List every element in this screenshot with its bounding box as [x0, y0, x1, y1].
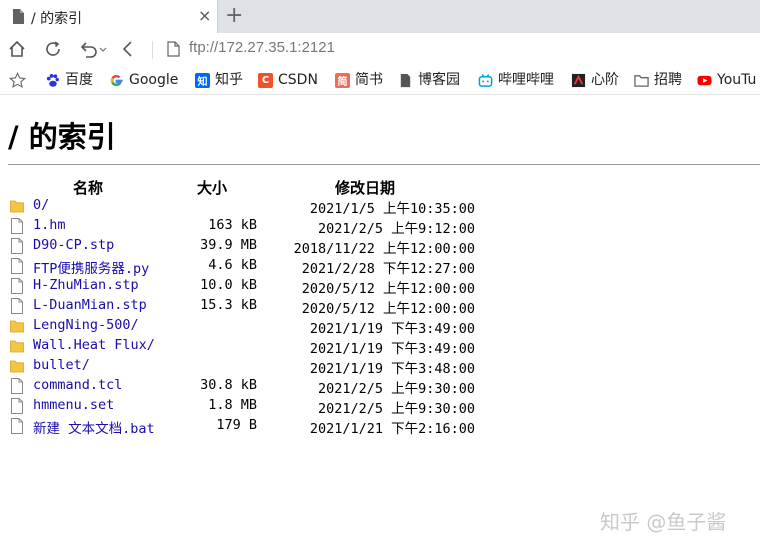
- folder-icon: [10, 340, 24, 353]
- folder-icon: [10, 320, 24, 333]
- file-link[interactable]: command.tcl: [33, 377, 122, 393]
- file-link[interactable]: D90-CP.stp: [33, 237, 114, 253]
- jianshu-icon: 简: [335, 72, 350, 88]
- folder-icon: [10, 360, 24, 373]
- file-icon: [11, 258, 23, 274]
- back-icon[interactable]: [117, 38, 139, 60]
- new-tab-button[interactable]: +: [225, 3, 243, 29]
- file-row: 0/2021/1/5 上午10:35:00: [0, 196, 760, 217]
- file-size: 30.8 kB: [200, 377, 257, 393]
- file-icon: [11, 418, 23, 434]
- title-divider: [8, 164, 760, 165]
- file-date: 2021/2/5 上午9:30:00: [317, 381, 475, 397]
- file-size: 39.9 MB: [200, 237, 257, 253]
- reload-icon[interactable]: [42, 38, 64, 60]
- page-icon: [13, 9, 24, 24]
- file-link[interactable]: bullet/: [33, 357, 90, 373]
- bookmark-xinjie[interactable]: 心阶: [571, 70, 619, 90]
- file-size: 1.8 MB: [208, 397, 257, 413]
- file-row: L-DuanMian.stp 15.3 kB 2020/5/12 上午12:00:0…: [0, 296, 760, 317]
- page-info-icon[interactable]: [167, 41, 180, 57]
- tab-strip: / 的索引 × +: [0, 0, 760, 33]
- bookmark-cnblogs[interactable]: 博客园: [398, 70, 460, 90]
- bookmark-google[interactable]: Google: [109, 70, 178, 90]
- address-toolbar: ftp://172.27.35.1:2121: [0, 33, 760, 65]
- file-icon: [11, 278, 23, 294]
- file-link[interactable]: 1.hm: [33, 217, 66, 233]
- file-row: LengNing-500/2021/1/19 下午3:49:00: [0, 316, 760, 337]
- file-icon: [11, 398, 23, 414]
- column-header-name[interactable]: 名称: [73, 177, 103, 198]
- page-title: / 的索引: [8, 120, 116, 154]
- youtube-icon: [697, 75, 712, 85]
- baidu-paw-icon: [46, 73, 59, 87]
- home-icon[interactable]: [6, 38, 28, 60]
- file-size: 15.3 kB: [200, 297, 257, 313]
- url-input[interactable]: ftp://172.27.35.1:2121: [189, 39, 335, 56]
- page-icon: [400, 73, 411, 87]
- file-size: 10.0 kB: [200, 277, 257, 293]
- column-header-size[interactable]: 大小: [197, 177, 227, 198]
- file-link[interactable]: FTP便携服务器.py: [33, 257, 149, 277]
- browser-tab[interactable]: / 的索引 ×: [0, 0, 218, 33]
- undo-history-icon[interactable]: [78, 38, 108, 60]
- file-icon: [11, 378, 23, 394]
- bookmarks-bar: 百度 Google 知 知乎 C CSDN 简 简书 博客园 哔哩哔哩 心阶 招…: [0, 65, 760, 95]
- file-date: 2020/5/12 上午12:00:00: [301, 301, 475, 317]
- bookmark-jianshu[interactable]: 简 简书: [335, 70, 383, 90]
- csdn-icon: C: [258, 72, 273, 88]
- file-date: 2021/1/5 上午10:35:00: [309, 201, 475, 217]
- file-size: 179 B: [216, 417, 257, 433]
- file-link[interactable]: L-DuanMian.stp: [33, 297, 147, 313]
- file-row: FTP便携服务器.py 4.6 kB 2021/2/28 下午12:27:00: [0, 256, 760, 277]
- bookmark-baidu[interactable]: 百度: [45, 70, 93, 90]
- file-date: 2018/11/22 上午12:00:00: [293, 241, 475, 257]
- google-icon: [110, 74, 123, 86]
- file-row: 新建 文本文档.bat 179 B 2021/1/21 下午2:16:00: [0, 416, 760, 437]
- file-date: 2021/1/21 下午2:16:00: [309, 421, 475, 437]
- file-link[interactable]: hmmenu.set: [33, 397, 114, 413]
- file-size: 4.6 kB: [208, 257, 257, 273]
- file-date: 2021/2/5 上午9:12:00: [317, 221, 475, 237]
- watermark: 知乎 @鱼子酱: [600, 510, 727, 534]
- zhihu-icon: 知: [195, 72, 210, 88]
- file-row: H-ZhuMian.stp 10.0 kB 2020/5/12 上午12:00:00: [0, 276, 760, 297]
- folder-icon: [634, 74, 649, 87]
- file-row: D90-CP.stp 39.9 MB 2018/11/22 上午12:00:00: [0, 236, 760, 257]
- file-row: hmmenu.set 1.8 MB 2021/2/5 上午9:30:00: [0, 396, 760, 417]
- file-date: 2021/2/5 上午9:30:00: [317, 401, 475, 417]
- address-separator: [152, 41, 153, 59]
- folder-icon: [10, 200, 24, 213]
- column-header-date[interactable]: 修改日期: [335, 177, 395, 198]
- xinjie-icon: [571, 73, 586, 87]
- file-row: command.tcl 30.8 kB 2021/2/5 上午9:30:00: [0, 376, 760, 397]
- tab-title: / 的索引: [31, 11, 83, 27]
- file-link[interactable]: LengNing-500/: [33, 317, 139, 333]
- bookmark-bilibili[interactable]: 哔哩哔哩: [478, 70, 554, 90]
- bookmark-zhihu[interactable]: 知 知乎: [195, 70, 243, 90]
- bookmark-recruit[interactable]: 招聘: [634, 70, 682, 90]
- file-icon: [11, 298, 23, 314]
- bookmark-csdn[interactable]: C CSDN: [258, 70, 318, 90]
- file-link[interactable]: 0/: [33, 197, 49, 213]
- file-icon: [11, 218, 23, 234]
- file-list: 0/2021/1/5 上午10:35:00 1.hm 163 kB 2021/2/5 …: [0, 196, 760, 437]
- file-link[interactable]: H-ZhuMian.stp: [33, 277, 139, 293]
- tab-close-icon[interactable]: ×: [198, 6, 211, 26]
- file-row: bullet/2021/1/19 下午3:48:00: [0, 356, 760, 377]
- file-date: 2021/1/19 下午3:49:00: [309, 341, 475, 357]
- file-size: 163 kB: [208, 217, 257, 233]
- file-icon: [11, 238, 23, 254]
- bilibili-icon: [478, 73, 493, 87]
- file-date: 2020/5/12 上午12:00:00: [301, 281, 475, 297]
- file-link[interactable]: Wall.Heat Flux/: [33, 337, 155, 353]
- file-row: 1.hm 163 kB 2021/2/5 上午9:12:00: [0, 216, 760, 237]
- file-row: Wall.Heat Flux/2021/1/19 下午3:49:00: [0, 336, 760, 357]
- file-date: 2021/1/19 下午3:48:00: [309, 361, 475, 377]
- file-date: 2021/2/28 下午12:27:00: [301, 261, 475, 277]
- star-icon[interactable]: [9, 72, 26, 89]
- file-link[interactable]: 新建 文本文档.bat: [33, 417, 155, 437]
- bookmark-youtube[interactable]: YouTu: [697, 70, 756, 90]
- file-date: 2021/1/19 下午3:49:00: [309, 321, 475, 337]
